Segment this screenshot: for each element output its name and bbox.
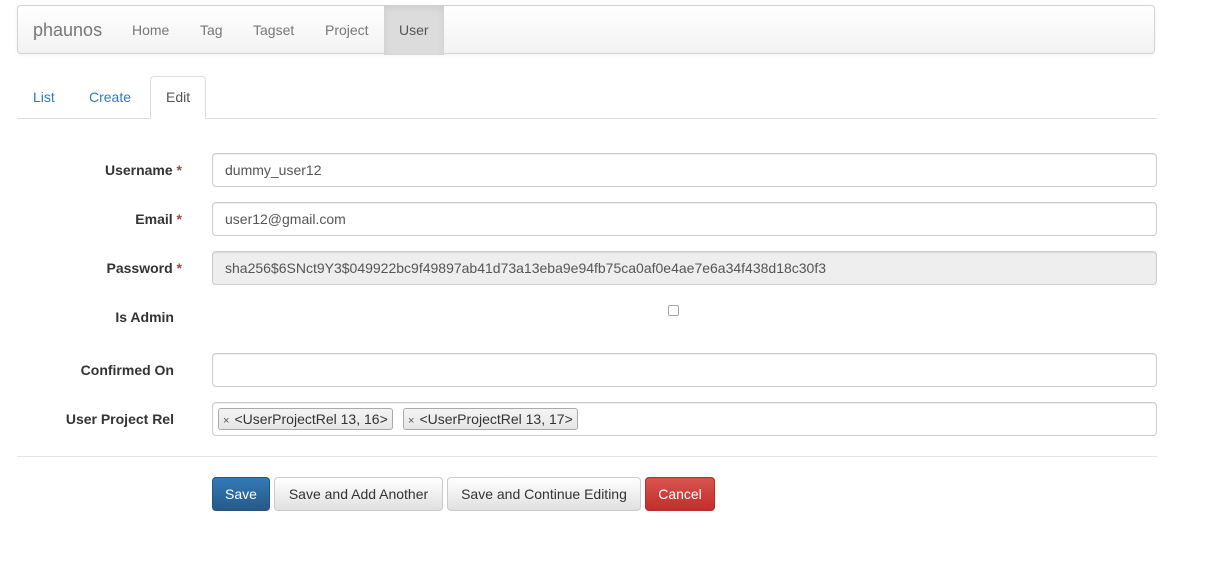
tab-list[interactable]: List (18, 76, 70, 118)
username-input[interactable]: dummy_user12 (212, 153, 1157, 187)
nav-item-user[interactable]: User (384, 5, 444, 55)
is-admin-label-text: Is Admin (115, 309, 174, 325)
remove-choice-icon[interactable]: × (408, 411, 414, 431)
user-project-rel-label-text: User Project Rel (65, 411, 174, 427)
brand-logo[interactable]: phaunos (33, 6, 102, 55)
email-label: Email * (0, 211, 182, 227)
nav-item-tagset[interactable]: Tagset (238, 5, 309, 55)
required-marker: * (176, 162, 182, 178)
top-navbar: phaunos Home Tag Tagset Project User (17, 5, 1155, 55)
save-and-continue-editing-button[interactable]: Save and Continue Editing (447, 477, 641, 511)
selected-choice-chip: × <UserProjectRel 13, 17> (403, 408, 578, 430)
password-input: sha256$6SNct9Y3$049922bc9f49897ab41d73a1… (212, 251, 1157, 285)
user-project-rel-label: User Project Rel (0, 411, 174, 427)
required-marker: * (176, 260, 182, 276)
selected-choice-label: <UserProjectRel 13, 16> (234, 411, 388, 427)
selected-choice-label: <UserProjectRel 13, 17> (419, 411, 573, 427)
user-project-rel-multiselect[interactable]: × <UserProjectRel 13, 16> × <UserProjectRe… (212, 402, 1157, 436)
username-label-text: Username (104, 162, 173, 178)
tab-edit[interactable]: Edit (150, 76, 207, 119)
nav-item-home[interactable]: Home (117, 5, 184, 55)
required-marker: * (176, 211, 182, 227)
form-actions-divider (17, 456, 1157, 457)
model-tabs: List Create Edit (17, 76, 1157, 119)
email-label-text: Email (135, 211, 173, 227)
password-label-text: Password (106, 260, 173, 276)
email-input[interactable]: user12@gmail.com (212, 202, 1157, 236)
username-label: Username * (0, 162, 182, 178)
is-admin-checkbox[interactable] (668, 305, 679, 316)
tab-create[interactable]: Create (74, 76, 146, 118)
confirmed-on-label-text: Confirmed On (80, 362, 174, 378)
nav-item-tag[interactable]: Tag (185, 5, 238, 55)
password-label: Password * (0, 260, 182, 276)
selected-choice-chip: × <UserProjectRel 13, 16> (218, 408, 393, 430)
save-button[interactable]: Save (212, 477, 270, 511)
confirmed-on-input[interactable] (212, 353, 1157, 387)
is-admin-label: Is Admin (0, 309, 174, 325)
nav-item-project[interactable]: Project (310, 5, 384, 55)
cancel-button[interactable]: Cancel (645, 477, 715, 511)
save-and-add-another-button[interactable]: Save and Add Another (274, 477, 443, 511)
confirmed-on-label: Confirmed On (0, 362, 174, 378)
remove-choice-icon[interactable]: × (223, 411, 229, 431)
